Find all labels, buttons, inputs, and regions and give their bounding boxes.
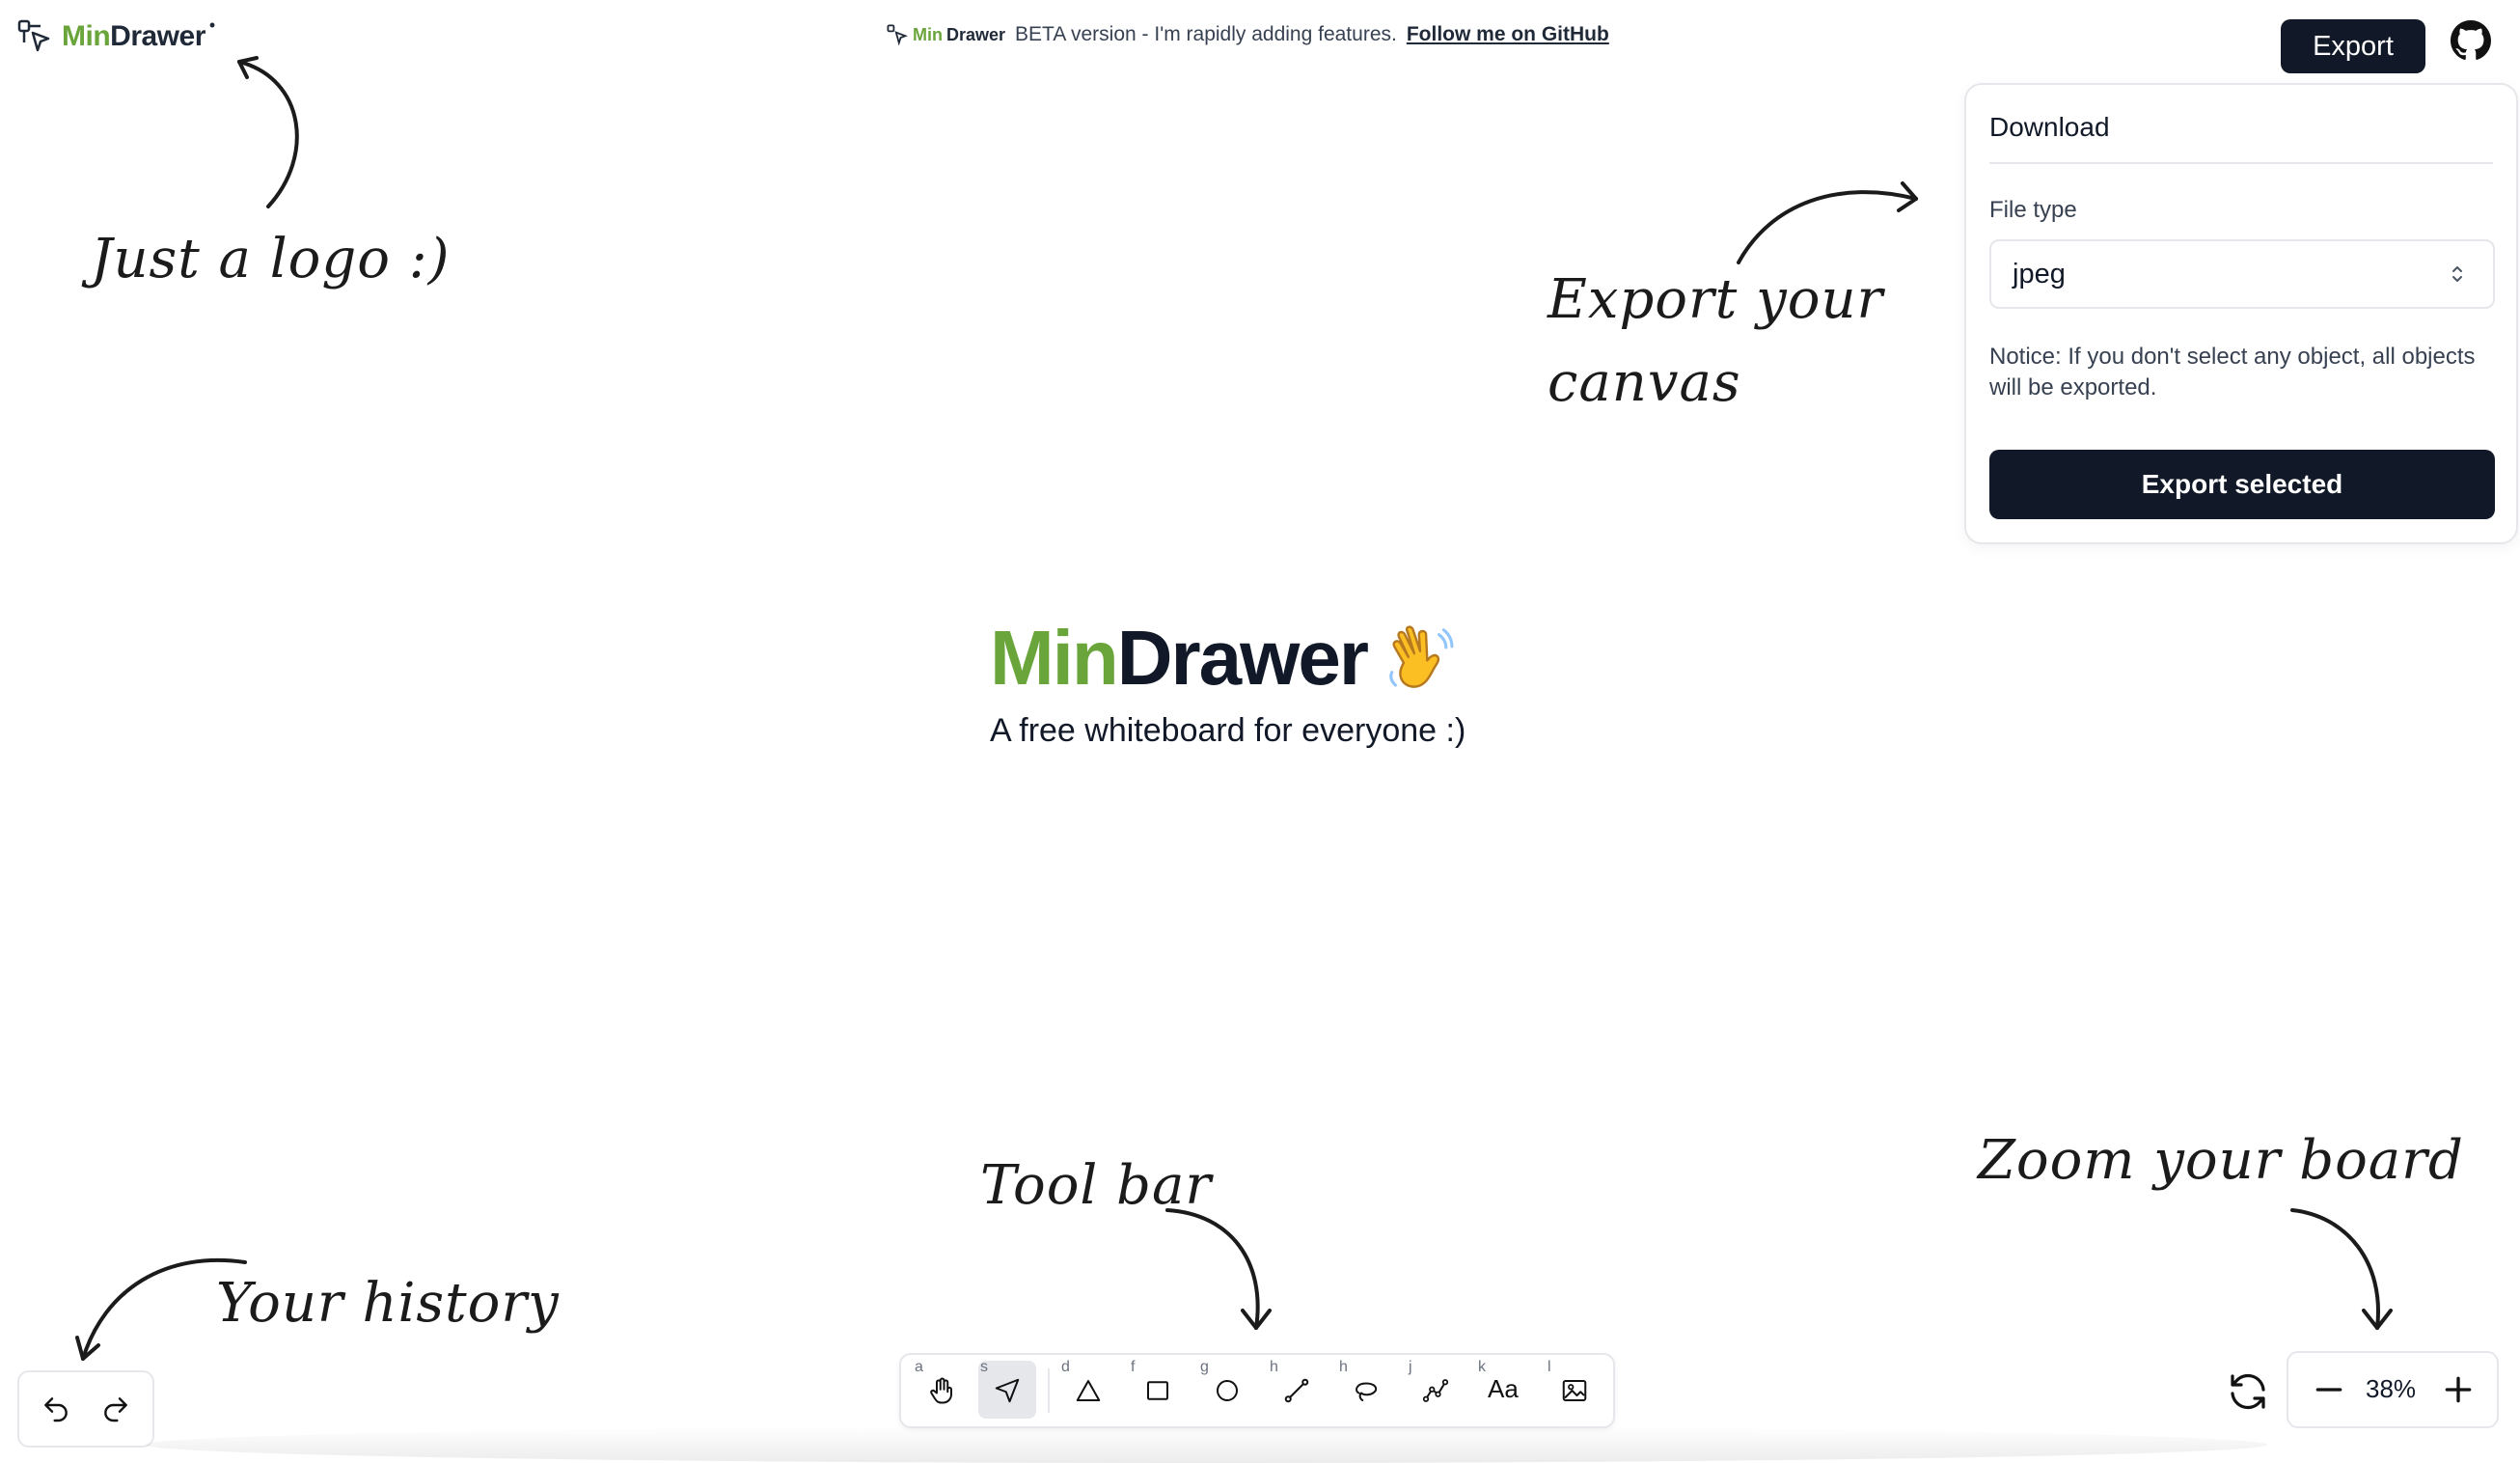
reset-view-icon[interactable] (2225, 1368, 2271, 1415)
tool-key: f (1131, 1359, 1136, 1375)
panel-title: Download (1989, 112, 2110, 142)
arrow-to-toolbar-icon (1165, 1208, 1272, 1330)
tool-polyline[interactable]: j (1407, 1359, 1465, 1419)
pointer-icon (995, 1378, 1020, 1403)
tool-image[interactable]: l (1546, 1359, 1603, 1419)
file-type-label: File type (1989, 197, 2077, 223)
hand-icon (930, 1377, 952, 1404)
circle-icon (1217, 1380, 1238, 1401)
tool-rectangle[interactable]: f (1129, 1359, 1187, 1419)
bottom-shadow (145, 1426, 2267, 1463)
zoom-out-icon[interactable] (2310, 1370, 2348, 1409)
redo-icon (104, 1397, 127, 1422)
polyline-icon (1422, 1379, 1449, 1402)
chevron-up-down-icon (2452, 266, 2462, 282)
undo-button[interactable] (33, 1386, 79, 1432)
hint-history: Your history (216, 1272, 560, 1335)
export-notice: Notice: If you don't select any object, … (1989, 344, 2476, 400)
file-type-select[interactable]: jpeg (1989, 239, 2495, 309)
tool-circle[interactable]: g (1198, 1359, 1256, 1419)
hint-logo: Just a logo :) (91, 228, 451, 290)
banner-logo-icon (887, 24, 908, 46)
rectangle-icon (1147, 1381, 1168, 1400)
toolbar-divider (1048, 1368, 1050, 1413)
tool-select[interactable]: s (978, 1359, 1036, 1419)
logo-cursor-icon (17, 19, 50, 52)
hero-title: MinDrawer (990, 614, 1458, 703)
hint-zoom: Zoom your board (1978, 1129, 2464, 1192)
waving-hand-icon (1389, 625, 1454, 688)
tool-key: l (1548, 1359, 1551, 1375)
tool-key: s (980, 1359, 988, 1375)
redo-button[interactable] (93, 1386, 139, 1432)
tool-triangle[interactable]: d (1059, 1359, 1117, 1419)
export-selected-button[interactable]: Export selected (1989, 450, 2495, 519)
tool-hand[interactable]: a (913, 1359, 971, 1419)
zoom-in-icon[interactable] (2439, 1370, 2478, 1409)
arrow-to-export-icon (1737, 181, 1918, 264)
zoom-controls: 38% (2287, 1351, 2499, 1428)
logo-dot: • (208, 14, 216, 35)
beta-banner: Min Drawer BETA version - I'm rapidly add… (886, 23, 1609, 46)
triangle-icon (1076, 1380, 1101, 1401)
tool-text[interactable]: k Aa (1476, 1359, 1534, 1419)
text-icon: Aa (1488, 1374, 1519, 1403)
export-panel: Download File type jpeg Notice: If you d… (1964, 83, 2518, 544)
tool-key: h (1270, 1359, 1278, 1375)
hint-export-line1: Export your (1548, 268, 1884, 331)
zoom-level: 38% (2366, 1374, 2417, 1403)
tool-key: g (1200, 1359, 1209, 1375)
history-controls (17, 1370, 154, 1448)
tool-line[interactable]: h (1268, 1359, 1326, 1419)
file-type-value: jpeg (2013, 259, 2066, 290)
arrow-to-logo-icon (237, 56, 299, 208)
logo-text: MinDrawer (62, 20, 205, 52)
arrow-to-zoom-icon (2290, 1208, 2393, 1330)
panel-divider (1989, 162, 2493, 164)
toolbar: a s d f g h h j k Aa l (899, 1353, 1615, 1428)
export-button[interactable]: Export (2281, 19, 2425, 73)
tool-lasso[interactable]: h (1337, 1359, 1395, 1419)
tool-key: j (1409, 1359, 1412, 1375)
undo-icon (44, 1397, 68, 1422)
hint-export-line2: canvas (1548, 351, 1741, 414)
arrow-to-history-icon (75, 1257, 247, 1361)
github-icon[interactable] (2451, 20, 2491, 61)
image-icon (1562, 1380, 1587, 1401)
tool-key: h (1339, 1359, 1348, 1375)
tool-key: d (1061, 1359, 1070, 1375)
app-logo: MinDrawer • (15, 14, 219, 56)
github-follow-link[interactable]: Follow me on GitHub (1407, 23, 1609, 46)
line-icon (1284, 1378, 1309, 1403)
hero-subtitle: A free whiteboard for everyone :) (990, 712, 1466, 749)
tool-key: a (915, 1359, 923, 1375)
lasso-icon (1356, 1382, 1378, 1401)
banner-text: BETA version - I'm rapidly adding featur… (1015, 23, 1397, 45)
tool-key: k (1478, 1359, 1486, 1375)
banner-logo: Min Drawer (886, 23, 1005, 46)
